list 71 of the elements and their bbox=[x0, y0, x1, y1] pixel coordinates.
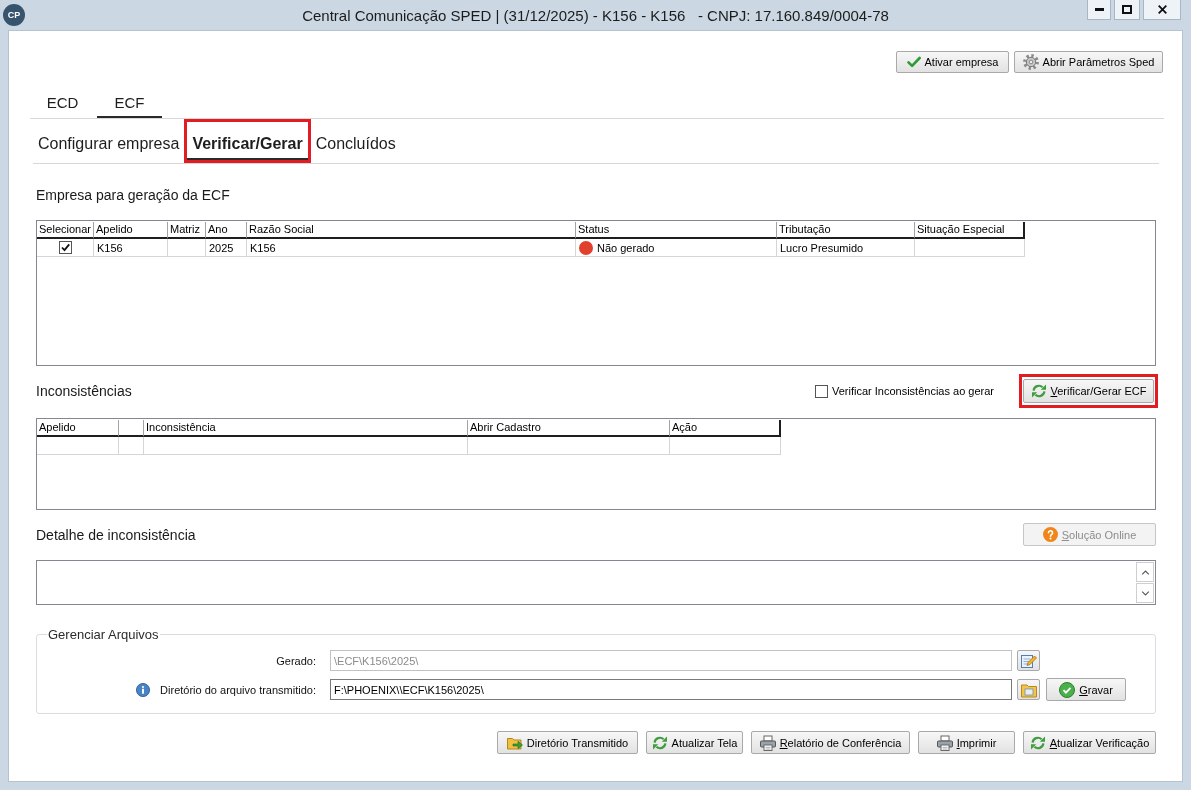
edit-icon bbox=[1020, 652, 1037, 669]
parameters-button[interactable]: Abrir Parâmetros Sped bbox=[1014, 51, 1163, 73]
refresh-icon bbox=[1029, 734, 1046, 751]
close-button[interactable] bbox=[1143, 0, 1181, 20]
checkbox[interactable] bbox=[814, 384, 828, 398]
generate-button[interactable]: Verificar/Gerar ECF bbox=[1023, 379, 1154, 403]
close-icon bbox=[1157, 5, 1167, 14]
app-logo: CP bbox=[3, 4, 25, 26]
column-header: Abrir Cadastro bbox=[468, 420, 670, 437]
field-label: Diretório do arquivo transmitido: bbox=[160, 683, 316, 696]
column-header: Ano bbox=[206, 222, 247, 239]
text-area[interactable] bbox=[36, 560, 1156, 605]
refresh-icon bbox=[651, 734, 668, 751]
scroll-down-button[interactable] bbox=[1136, 583, 1154, 603]
text-field[interactable]: F:\PHOENIX\\ECF\K156\2025\ bbox=[330, 679, 1012, 700]
field-label: Gerado: bbox=[276, 654, 316, 667]
tab[interactable]: ECF bbox=[97, 88, 162, 118]
refresh-button[interactable]: Atualizar Tela bbox=[646, 731, 743, 754]
tab[interactable]: ECD bbox=[30, 88, 95, 118]
tab[interactable]: Configurar empresa bbox=[33, 119, 185, 163]
printer-icon bbox=[759, 734, 776, 751]
report-button[interactable]: Relatório de Conferência bbox=[751, 731, 910, 754]
column-header: Inconsistência bbox=[144, 420, 468, 437]
tab[interactable]: Verificar/Gerar bbox=[184, 119, 311, 163]
browse-button[interactable] bbox=[1017, 679, 1040, 700]
checkbox-label: Verificar Inconsistências ao gerar bbox=[831, 385, 994, 397]
section-title: Inconsistências bbox=[36, 383, 132, 399]
scroll-up-button[interactable] bbox=[1136, 562, 1154, 582]
printer-icon bbox=[936, 734, 953, 751]
column-header bbox=[119, 420, 144, 437]
column-header: Apelido bbox=[94, 222, 168, 239]
column-header: Matriz bbox=[168, 222, 206, 239]
directory-button[interactable]: Diretório Transmitido bbox=[497, 731, 638, 754]
refresh-icon bbox=[1030, 383, 1047, 399]
minimize-button[interactable] bbox=[1087, 0, 1111, 20]
group-title: Gerenciar Arquivos bbox=[47, 627, 160, 642]
edit-button[interactable] bbox=[1017, 650, 1040, 671]
check-icon bbox=[906, 56, 921, 68]
section-title: Empresa para geração da ECF bbox=[36, 187, 230, 203]
info-icon bbox=[136, 682, 151, 697]
tab[interactable]: Concluídos bbox=[310, 119, 401, 163]
section-title: Detalhe de inconsistência bbox=[36, 526, 196, 543]
table-cell bbox=[119, 437, 144, 455]
print-button[interactable]: Imprimir bbox=[918, 731, 1015, 754]
save-button[interactable]: Gravar bbox=[1046, 678, 1126, 701]
minimize-icon bbox=[1094, 8, 1104, 11]
column-header: Situação Especial bbox=[915, 222, 1025, 239]
table-cell: 2025 bbox=[206, 239, 247, 257]
activate-button[interactable]: Ativar empresa bbox=[896, 51, 1009, 73]
folder-icon bbox=[1020, 681, 1037, 698]
maximize-icon bbox=[1122, 5, 1132, 14]
table-cell: Lucro Presumido bbox=[777, 239, 915, 257]
refresh-button[interactable]: Atualizar Verificação bbox=[1023, 731, 1156, 754]
help-icon bbox=[1042, 527, 1058, 542]
window-title: Central Comunicação SPED | (31/12/2025) - K156 - K156 - CNPJ: 17.160.849/0004-78 bbox=[302, 6, 889, 24]
column-header: Selecionar bbox=[37, 222, 94, 239]
table-cell: K156 bbox=[94, 239, 168, 257]
chevron-up-icon bbox=[1140, 569, 1150, 575]
table-cell: K156 bbox=[247, 239, 576, 257]
column-header: Tributação bbox=[777, 222, 915, 239]
check-circle-icon bbox=[1059, 681, 1076, 698]
column-header: Ação bbox=[670, 420, 781, 437]
status-text: Não gerado bbox=[597, 241, 655, 254]
chevron-down-icon bbox=[1140, 590, 1150, 596]
column-header: Razão Social bbox=[247, 222, 576, 239]
gear-icon bbox=[1022, 54, 1039, 70]
maximize-button[interactable] bbox=[1114, 0, 1140, 20]
table-cell bbox=[168, 239, 206, 257]
column-header: Apelido bbox=[37, 420, 119, 437]
column-header: Status bbox=[576, 222, 777, 239]
checkbox[interactable] bbox=[58, 241, 72, 254]
